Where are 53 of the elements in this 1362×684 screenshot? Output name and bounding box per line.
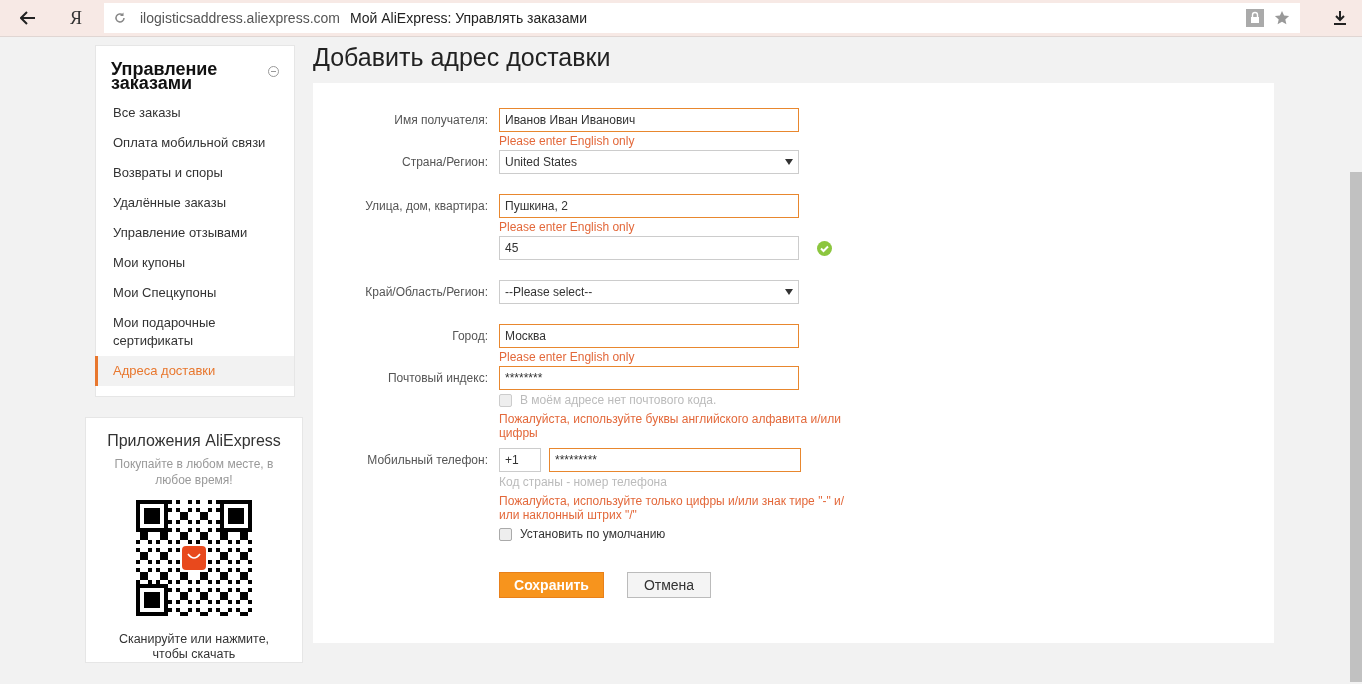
page-tab-title: Мой AliExpress: Управлять заказами (349, 10, 587, 26)
field-label: Имя получателя: (393, 112, 488, 129)
sidebar-item[interactable]: Удалённые заказы (95, 188, 294, 218)
error-message: Пожалуйста, используйте буквы английского алфавита и/или цифры (499, 411, 842, 442)
cancel-button[interactable]: Отмена (627, 572, 711, 598)
field-label: Мобильный телефон: (366, 452, 488, 469)
text-input-field[interactable]: Москва (499, 324, 799, 348)
sidebar-item[interactable]: Возвраты и споры (95, 158, 294, 188)
address-bar[interactable]: ilogisticsaddress.aliexpress.com Мой AliExpress: Управлять заказами (104, 3, 1300, 33)
collapse-icon[interactable] (268, 66, 279, 77)
browser-logo[interactable]: Я (70, 7, 90, 29)
checkbox[interactable] (499, 527, 512, 541)
caret-icon (785, 159, 793, 165)
error-message: Please enter English only (499, 219, 636, 236)
text-input-field[interactable]: Иванов Иван Иванович (499, 108, 799, 132)
country-code-field[interactable]: +1 (499, 448, 541, 472)
field-label: Край/Область/Регион: (364, 284, 488, 301)
field-label: Почтовый индекс: (386, 370, 488, 387)
phone-number-field[interactable]: ********* (549, 448, 801, 472)
field-label: Улица, дом, квартира: (364, 198, 488, 215)
lock-icon[interactable] (1246, 9, 1264, 27)
sidebar-item[interactable]: Мои Спецкупоны (95, 278, 294, 308)
promo-title: Приложения AliExpress (107, 432, 281, 450)
text-input-field[interactable]: Пушкина, 2 (499, 194, 799, 218)
qr-code-drawing[interactable] (136, 500, 252, 616)
sidebar-item[interactable]: Мои подарочные сертификаты (95, 308, 294, 356)
checkbox-label: Установить по умолчанию (520, 526, 666, 542)
text-input-field[interactable]: 45 (499, 236, 799, 260)
caret-icon (785, 289, 793, 295)
star-icon[interactable] (1274, 10, 1290, 26)
download-icon[interactable] (1334, 11, 1346, 25)
error-message: Пожалуйста, используйте только цифры и/или знак тире "-" и/или наклонный штрих "/" (499, 493, 845, 524)
error-message: Please enter English only (499, 349, 636, 366)
url-text: ilogisticsaddress.aliexpress.com (140, 10, 340, 26)
reload-icon[interactable] (114, 12, 126, 24)
field-label: Страна/Регион: (401, 154, 488, 171)
sidebar-title: Управление заказами (111, 58, 219, 90)
promo-subtitle: Покупайте в любом месте, в любое время! (113, 456, 275, 488)
dropdown-select[interactable]: United States (499, 150, 799, 174)
back-arrow-icon[interactable] (20, 11, 36, 25)
dropdown-select[interactable]: --Please select-- (499, 280, 799, 304)
text-input-field[interactable]: ******** (499, 366, 799, 390)
checkbox-label: В моём адресе нет почтового кода. (520, 392, 717, 408)
page-title: Добавить адрес доставки (313, 43, 612, 73)
promo-caption: Сканируйте или нажмите, чтобы скачать (117, 632, 271, 662)
sidebar-item[interactable]: Все заказы (95, 98, 294, 128)
sidebar-item[interactable]: Оплата мобильной связи (95, 128, 294, 158)
field-label: Город: (451, 328, 488, 345)
scrollbar[interactable] (1350, 172, 1362, 682)
sidebar-item[interactable]: Мои купоны (95, 248, 294, 278)
error-message: Please enter English only (499, 133, 636, 150)
field-hint: Код страны - номер телефона (499, 474, 668, 491)
sidebar-item[interactable]: Управление отзывами (95, 218, 294, 248)
